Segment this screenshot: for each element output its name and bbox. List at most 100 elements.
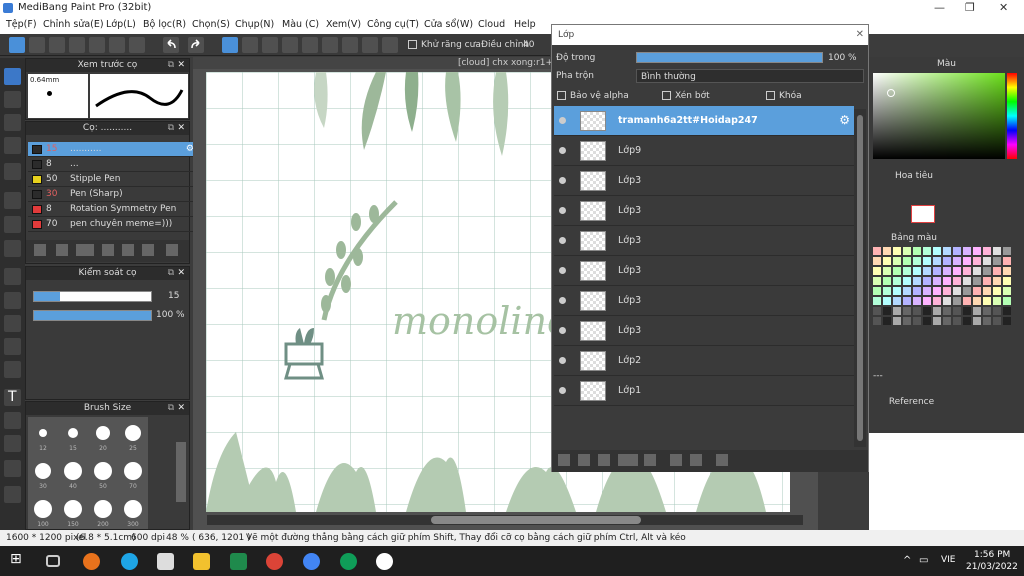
palette-swatch[interactable] — [923, 277, 931, 285]
move-tool-icon[interactable] — [4, 163, 21, 180]
palette-swatch[interactable] — [1003, 277, 1011, 285]
palette-swatch[interactable] — [983, 297, 991, 305]
operation-icon[interactable] — [4, 412, 21, 429]
parallel-snap-icon[interactable] — [242, 37, 258, 53]
upload-icon[interactable] — [29, 37, 45, 53]
radial-snap-icon[interactable] — [302, 37, 318, 53]
palette-swatch[interactable] — [983, 257, 991, 265]
palette-swatch[interactable] — [953, 277, 961, 285]
close-icon[interactable]: ✕ — [999, 1, 1008, 14]
import-brush-icon[interactable] — [102, 244, 114, 256]
chrome-profile-icon[interactable] — [303, 553, 320, 570]
palette-swatch[interactable] — [893, 297, 901, 305]
palette-swatch[interactable] — [993, 247, 1001, 255]
brush-size-dot[interactable] — [34, 500, 52, 518]
brush-size-slider[interactable] — [33, 291, 152, 302]
palette-swatch[interactable] — [963, 257, 971, 265]
palette-swatch[interactable] — [913, 317, 921, 325]
trash-icon[interactable] — [716, 454, 728, 466]
visibility-eye-icon[interactable] — [559, 177, 566, 184]
antialias-checkbox[interactable] — [408, 40, 417, 49]
palette-swatch[interactable] — [923, 267, 931, 275]
menu-view[interactable]: Xem(V) — [326, 19, 361, 30]
palette-swatch[interactable] — [883, 267, 891, 275]
new-brush-icon[interactable] — [56, 244, 68, 256]
circle-snap-icon[interactable] — [322, 37, 338, 53]
visibility-eye-icon[interactable] — [559, 357, 566, 364]
pen-tool-icon[interactable] — [4, 68, 21, 85]
palette-swatch[interactable] — [883, 247, 891, 255]
palette-swatch[interactable] — [943, 287, 951, 295]
visibility-eye-icon[interactable] — [559, 117, 566, 124]
palette-swatch[interactable] — [953, 317, 961, 325]
palette-swatch[interactable] — [903, 317, 911, 325]
palette-swatch[interactable] — [933, 257, 941, 265]
gear-icon[interactable]: ⚙ — [839, 113, 850, 127]
rect-tool-icon[interactable] — [4, 114, 21, 131]
palette-swatch[interactable] — [943, 257, 951, 265]
palette-swatch[interactable] — [973, 277, 981, 285]
palette-swatch[interactable] — [933, 307, 941, 315]
brush-size-dot[interactable] — [96, 426, 110, 440]
palette-swatch[interactable] — [873, 247, 881, 255]
palette-swatch[interactable] — [913, 297, 921, 305]
palette-swatch[interactable] — [873, 287, 881, 295]
palette-swatch[interactable] — [893, 267, 901, 275]
clock-date[interactable]: 21/03/2022 — [966, 562, 1018, 572]
brush-opacity-slider[interactable] — [33, 310, 152, 321]
popout-icon[interactable]: ⧉ — [168, 122, 174, 135]
brush-size-dot[interactable] — [68, 428, 78, 438]
bucket-icon[interactable] — [4, 216, 21, 233]
palette-swatch[interactable] — [1003, 267, 1011, 275]
palette-swatch[interactable] — [913, 307, 921, 315]
color-cursor[interactable] — [887, 89, 895, 97]
chrome-active-icon[interactable] — [376, 553, 393, 570]
layer-row[interactable]: Lớp3 — [554, 316, 854, 346]
palette-swatch[interactable] — [893, 247, 901, 255]
navigator-thumbnail[interactable] — [911, 205, 935, 223]
palette-swatch[interactable] — [963, 307, 971, 315]
layer-row[interactable]: Lớp3 — [554, 226, 854, 256]
layer-row[interactable]: Lớp3 — [554, 166, 854, 196]
palette-swatch[interactable] — [893, 317, 901, 325]
palette-swatch[interactable] — [943, 277, 951, 285]
excel-icon[interactable] — [230, 553, 247, 570]
menu-edit[interactable]: Chỉnh sửa(E) — [43, 19, 104, 30]
palette-swatch[interactable] — [923, 257, 931, 265]
brush-size-dot[interactable] — [39, 429, 47, 437]
network-icon[interactable]: ▭ — [919, 555, 928, 566]
palette-swatch[interactable] — [1003, 257, 1011, 265]
palette-swatch[interactable] — [903, 277, 911, 285]
palette-swatch[interactable] — [923, 307, 931, 315]
select-eraser-icon[interactable] — [4, 361, 21, 378]
palette-swatch[interactable] — [933, 267, 941, 275]
palette-swatch[interactable] — [953, 247, 961, 255]
palette-swatch[interactable] — [993, 287, 1001, 295]
palette-swatch[interactable] — [953, 297, 961, 305]
close-icon[interactable]: ✕ — [177, 267, 185, 280]
close-icon[interactable]: ✕ — [177, 59, 185, 72]
visibility-eye-icon[interactable] — [559, 147, 566, 154]
palette-swatch[interactable] — [983, 247, 991, 255]
cross-snap-icon[interactable] — [262, 37, 278, 53]
palette-swatch[interactable] — [873, 257, 881, 265]
layer-row[interactable]: Lớp3 — [554, 256, 854, 286]
palette-swatch[interactable] — [893, 287, 901, 295]
eraser-tool-icon[interactable] — [4, 91, 21, 108]
clipping-checkbox[interactable] — [662, 91, 671, 100]
language-indicator[interactable]: VIE — [941, 555, 956, 565]
palette-swatch[interactable] — [873, 297, 881, 305]
undo-icon[interactable] — [163, 37, 179, 53]
brush-size-value[interactable]: 15 — [168, 291, 179, 301]
palette-swatch[interactable] — [983, 317, 991, 325]
lasso-icon[interactable] — [4, 292, 21, 309]
new-8bit-layer-icon[interactable] — [598, 454, 610, 466]
color-picker-square[interactable] — [873, 73, 1005, 159]
palette-swatch[interactable] — [993, 307, 1001, 315]
palette-swatch[interactable] — [933, 287, 941, 295]
palette-swatch[interactable] — [953, 267, 961, 275]
palette-swatch[interactable] — [893, 277, 901, 285]
palette-swatch[interactable] — [923, 297, 931, 305]
edge-icon[interactable] — [121, 553, 138, 570]
hand-tool-icon[interactable] — [4, 486, 21, 503]
